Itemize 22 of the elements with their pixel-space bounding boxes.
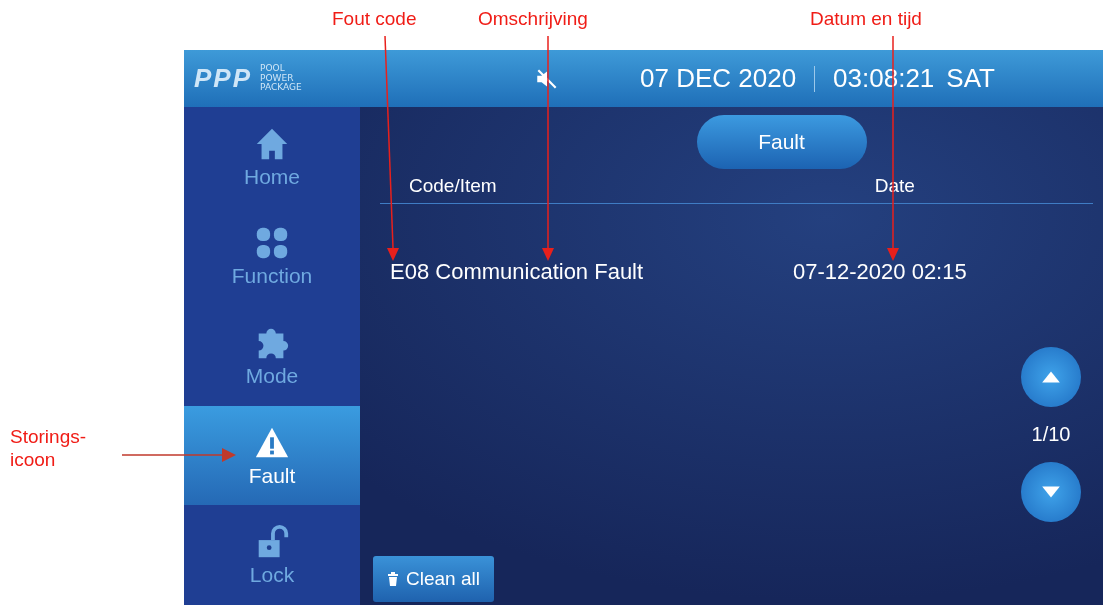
page-indicator: 1/10: [1031, 423, 1071, 446]
sidebar-item[interactable]: Mode: [184, 306, 360, 406]
fault-description: E08 Communication Fault: [390, 259, 645, 285]
clean-all-button[interactable]: Clean all: [373, 556, 494, 602]
logo-subtitle: POOL POWER PACKAGE: [260, 63, 303, 94]
annotation-label: Omschrijving: [478, 8, 588, 30]
annotation-label: Storings- icoon: [10, 426, 87, 472]
fault-date: 07-12-2020 02:15: [793, 259, 967, 285]
sidebar-item[interactable]: Function: [184, 206, 360, 307]
annotation-label: Datum en tijd: [810, 8, 922, 30]
logo-text: PPP: [194, 63, 253, 94]
fault-title-button[interactable]: Fault: [696, 115, 867, 169]
annotation-label: Fout code: [332, 8, 417, 30]
weekday-text: SAT: [946, 63, 995, 94]
trash-icon: [387, 572, 399, 586]
page-down-button[interactable]: [1021, 462, 1081, 522]
sidebar-item[interactable]: Lock: [184, 505, 360, 605]
page-up-button[interactable]: [1021, 347, 1081, 407]
date-text: 07 DEC 2020: [640, 63, 797, 94]
sidebar-item[interactable]: Fault: [184, 405, 360, 506]
sidebar-item[interactable]: Home: [184, 107, 360, 207]
column-header: Code/Item: [409, 175, 497, 197]
